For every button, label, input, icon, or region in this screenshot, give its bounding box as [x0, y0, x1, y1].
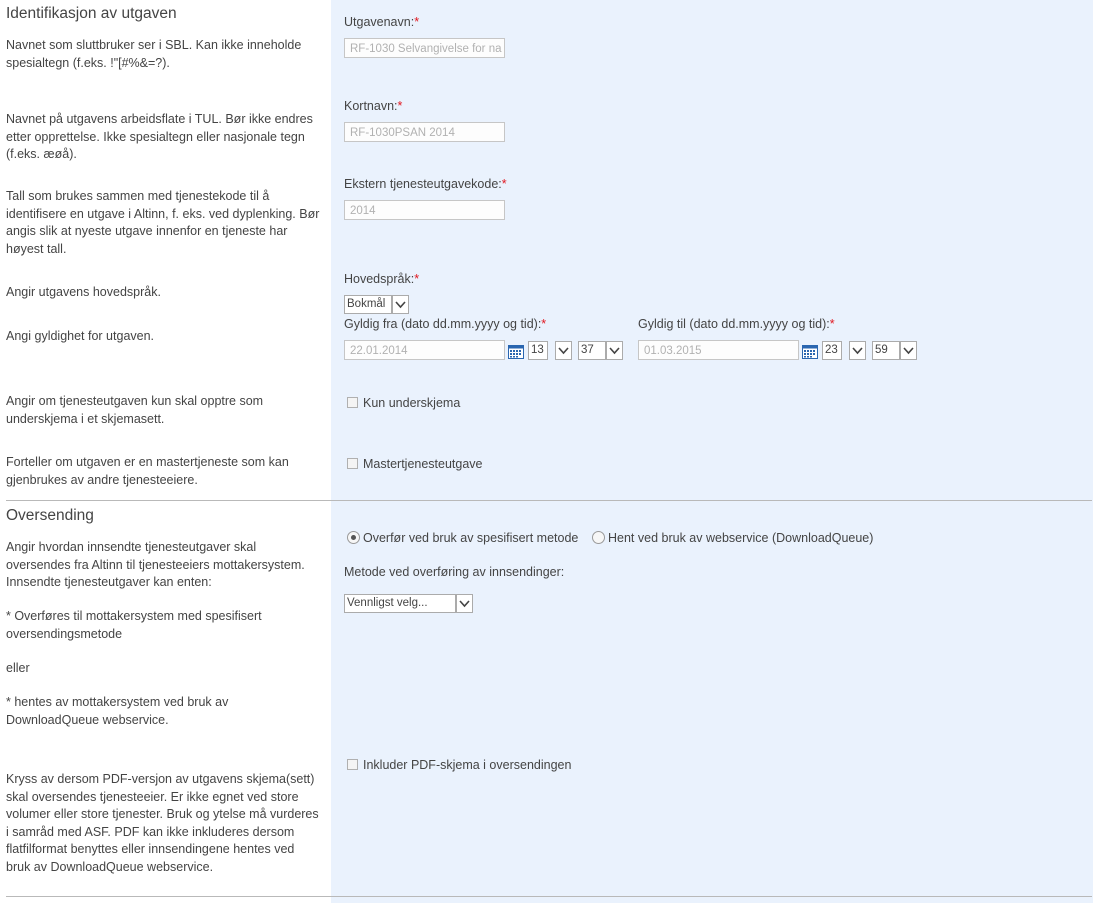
metode-value: Vennligst velg...	[347, 597, 428, 609]
oversending-or: eller	[6, 661, 30, 675]
section-divider	[6, 500, 1092, 501]
kun-underskjema-checkbox[interactable]	[347, 397, 358, 408]
gyldig-fra-hour-value: 13	[531, 344, 544, 356]
chevron-down-icon[interactable]	[456, 594, 473, 613]
hovedsprak-value: Bokmål	[347, 298, 386, 310]
inkluder-pdf-checkbox[interactable]	[347, 759, 358, 770]
chevron-down-icon[interactable]	[849, 341, 866, 360]
utgavenavn-input[interactable]: RF-1030 Selvangivelse for na	[344, 38, 505, 58]
section-divider	[6, 896, 1092, 897]
required-marker: *	[414, 15, 420, 29]
gyldig-fra-minute-value: 37	[581, 344, 594, 356]
gyldig-til-minute-select[interactable]: 59	[872, 341, 917, 360]
required-marker: *	[501, 177, 507, 191]
oversending-option-1: * Overføres til mottakersystem med spesi…	[6, 609, 262, 641]
mastertjenesteutgave-checkbox[interactable]	[347, 458, 358, 469]
calendar-icon[interactable]	[508, 344, 524, 359]
gyldig-til-minute-value: 59	[875, 344, 888, 356]
kortnavn-description: Navnet på utgavens arbeidsflate i TUL. B…	[6, 112, 313, 161]
required-marker: *	[829, 317, 835, 331]
hovedsprak-select[interactable]: Bokmål	[344, 295, 409, 314]
section-title-oversending: Oversending	[6, 507, 94, 524]
gyldig-fra-label: Gyldig fra (dato dd.mm.yyyy og tid):*	[344, 317, 547, 331]
ekstern-kode-input[interactable]: 2014	[344, 200, 505, 220]
utgavenavn-label: Utgavenavn:*	[344, 15, 420, 29]
chevron-down-icon[interactable]	[900, 341, 917, 360]
gyldig-til-hour-select[interactable]: 23	[822, 341, 866, 360]
oversending-description: Angir hvordan innsendte tjenesteutgaver …	[6, 540, 305, 589]
required-marker: *	[541, 317, 547, 331]
utgavenavn-description: Navnet som sluttbruker ser i SBL. Kan ik…	[6, 38, 302, 70]
radio-downloadqueue[interactable]	[592, 531, 605, 544]
gyldig-fra-minute-select[interactable]: 37	[578, 341, 623, 360]
underskjema-description: Angir om tjenesteutgaven kun skal opptre…	[6, 394, 264, 426]
gyldig-til-hour-value: 23	[825, 344, 838, 356]
kortnavn-input[interactable]: RF-1030PSAN 2014	[344, 122, 505, 142]
ekstern-kode-description: Tall som brukes sammen med tjenestekode …	[6, 189, 320, 256]
mastertjeneste-description: Forteller om utgaven er en mastertjenest…	[6, 455, 289, 487]
calendar-icon[interactable]	[802, 344, 818, 359]
required-marker: *	[414, 272, 420, 286]
hovedsprak-label: Hovedspråk:*	[344, 272, 420, 286]
metode-select[interactable]: Vennligst velg...	[344, 594, 473, 613]
radio-spesifisert-metode-label: Overfør ved bruk av spesifisert metode	[363, 531, 579, 545]
gyldig-fra-hour-select[interactable]: 13	[528, 341, 572, 360]
chevron-down-icon[interactable]	[392, 295, 409, 314]
gyldig-til-date-input[interactable]: 01.03.2015	[638, 340, 799, 360]
gyldig-til-label: Gyldig til (dato dd.mm.yyyy og tid):*	[638, 317, 835, 331]
hovedsprak-description: Angir utgavens hovedspråk.	[6, 285, 161, 299]
metode-label: Metode ved overføring av innsendinger:	[344, 565, 565, 579]
chevron-down-icon[interactable]	[606, 341, 623, 360]
mastertjenesteutgave-label: Mastertjenesteutgave	[363, 457, 483, 471]
section-title-identification: Identifikasjon av utgaven	[6, 5, 177, 22]
kun-underskjema-label: Kun underskjema	[363, 396, 461, 410]
gyldighet-description: Angi gyldighet for utgaven.	[6, 329, 155, 343]
ekstern-kode-label: Ekstern tjenesteutgavekode:*	[344, 177, 507, 191]
inkluder-pdf-label: Inkluder PDF-skjema i oversendingen	[363, 758, 572, 772]
kortnavn-label: Kortnavn:*	[344, 99, 403, 113]
required-marker: *	[397, 99, 403, 113]
radio-downloadqueue-label: Hent ved bruk av webservice (DownloadQue…	[608, 531, 874, 545]
chevron-down-icon[interactable]	[555, 341, 572, 360]
radio-spesifisert-metode[interactable]	[347, 531, 360, 544]
oversending-option-2: * hentes av mottakersystem ved bruk av D…	[6, 695, 229, 727]
gyldig-fra-date-input[interactable]: 22.01.2014	[344, 340, 505, 360]
pdf-description: Kryss av dersom PDF-versjon av utgavens …	[6, 772, 319, 874]
